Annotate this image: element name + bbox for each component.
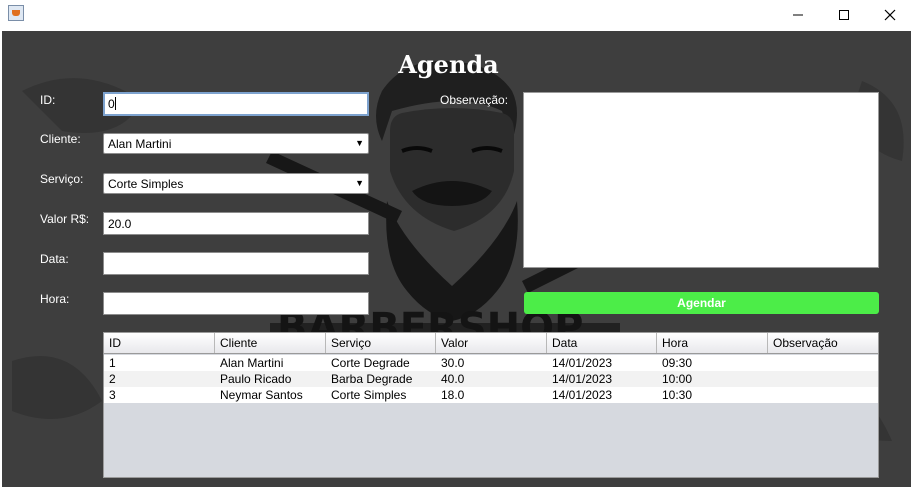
table-cell: 1 [109,356,116,370]
table-cell [768,371,773,387]
table-cell: Barba Degrade [331,372,413,386]
column-header-hora[interactable]: Hora [657,333,768,353]
cliente-select[interactable]: Alan Martini ▼ [103,133,369,154]
table-cell: 30.0 [441,356,465,370]
table-cell: 14/01/2023 [552,372,613,386]
servico-selected-value: Corte Simples [108,177,184,191]
observacao-textarea[interactable] [523,92,879,268]
table-cell: 2 [109,372,116,386]
column-header-cliente[interactable]: Cliente [215,333,326,353]
valor-label: Valor R$: [40,212,90,226]
cliente-label: Cliente: [40,132,81,146]
table-cell: 10:30 [662,388,693,402]
column-header-servico[interactable]: Serviço [326,333,436,353]
servico-select[interactable]: Corte Simples ▼ [103,173,369,194]
appointments-table: ID Cliente Serviço Valor Data Hora Obser… [103,332,879,478]
table-header: ID Cliente Serviço Valor Data Hora Obser… [104,333,878,354]
hora-label: Hora: [40,292,70,306]
text-caret [114,97,116,110]
hora-field[interactable] [103,292,369,315]
table-cell: 09:30 [662,356,693,370]
table-row[interactable]: 3 Neymar Santos Corte Simples 18.0 14/01… [104,387,878,403]
column-header-id[interactable]: ID [104,333,215,353]
close-icon [884,9,896,21]
servico-label: Serviço: [40,172,84,186]
table-row[interactable]: 1 Alan Martini Corte Degrade 30.0 14/01/… [104,355,878,371]
table-cell: Corte Simples [331,388,407,402]
id-field[interactable]: 0 [103,92,369,116]
column-header-data[interactable]: Data [547,333,657,353]
title-bar [0,0,913,31]
page-title: Agenda [398,50,499,79]
column-header-valor[interactable]: Valor [436,333,547,353]
data-field[interactable] [103,252,369,275]
table-cell [768,387,773,403]
agenda-panel: BARBERSHOP Agenda ID: 0 Cliente: Alan Ma… [2,31,911,487]
table-cell: Paulo Ricado [220,372,292,386]
table-cell: Neymar Santos [220,388,303,402]
id-value: 0 [108,97,115,111]
chevron-down-icon: ▼ [355,138,364,148]
java-cup-icon [8,5,24,21]
chevron-down-icon: ▼ [355,178,364,188]
valor-field[interactable]: 20.0 [103,212,369,235]
cliente-selected-value: Alan Martini [108,137,172,151]
id-label: ID: [40,93,56,107]
maximize-icon [839,10,849,20]
table-cell: Alan Martini [220,356,284,370]
minimize-button[interactable] [775,0,821,31]
table-cell: 10:00 [662,372,693,386]
minimize-icon [793,14,803,16]
maximize-button[interactable] [821,0,867,31]
agendar-button[interactable]: Agendar [524,292,879,314]
data-label: Data: [40,252,69,266]
close-button[interactable] [867,0,913,31]
observacao-label: Observação: [440,93,509,107]
column-header-observacao[interactable]: Observação [768,333,878,353]
table-row[interactable]: 2 Paulo Ricado Barba Degrade 40.0 14/01/… [104,371,878,387]
table-cell [768,355,773,371]
table-cell: 3 [109,388,116,402]
table-cell: 14/01/2023 [552,356,613,370]
table-cell: 14/01/2023 [552,388,613,402]
table-cell: Corte Degrade [331,356,410,370]
table-cell: 18.0 [441,388,465,402]
table-cell: 40.0 [441,372,465,386]
